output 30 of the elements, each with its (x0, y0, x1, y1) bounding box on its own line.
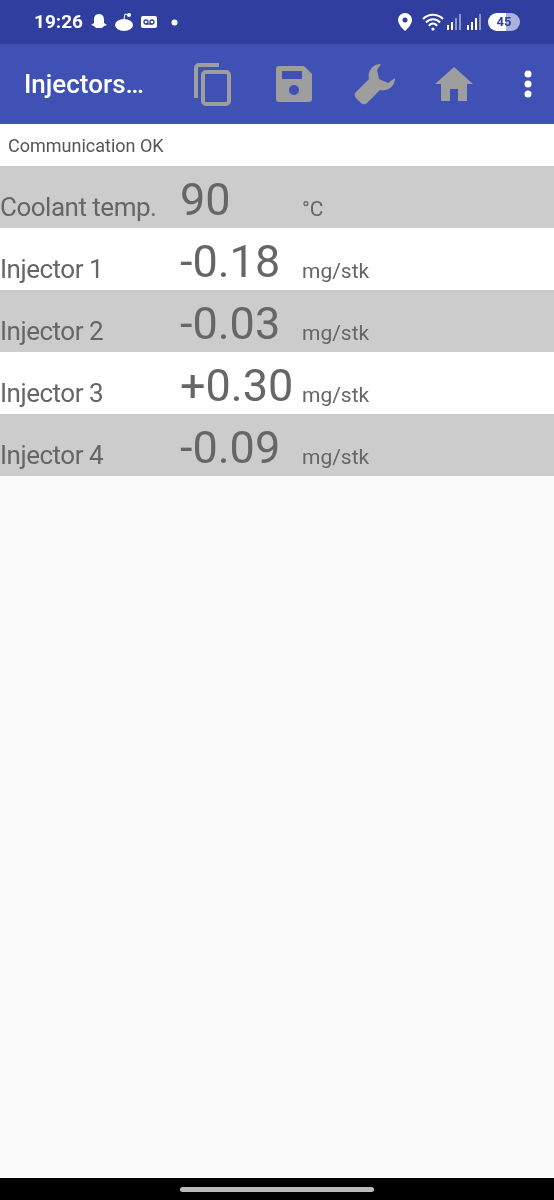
battery-indicator: 45 (488, 13, 520, 31)
reading-value: +0.30 (180, 363, 295, 408)
reading-value: 90 (180, 177, 232, 222)
app-title: Injectors… (24, 67, 145, 101)
reading-unit: mg/stk (302, 447, 370, 470)
overflow-menu-button[interactable] (522, 69, 534, 99)
location-icon (398, 13, 412, 31)
gesture-handle[interactable] (180, 1186, 374, 1192)
settings-button[interactable] (352, 61, 398, 107)
dot-icon (170, 18, 178, 26)
reading-unit: mg/stk (302, 261, 370, 284)
reading-unit: °C (302, 199, 324, 222)
reading-unit: mg/stk (302, 385, 370, 408)
reading-label: Coolant temp. (0, 194, 158, 222)
home-button[interactable] (434, 64, 474, 104)
signal-icon (446, 14, 462, 30)
status-message: Communication OK (8, 133, 164, 158)
reading-value: -0.09 (180, 425, 282, 470)
status-time: 19:26 (34, 8, 83, 35)
reading-label: Injector 4 (0, 442, 104, 470)
wifi-icon (422, 13, 444, 31)
reading-value: -0.03 (180, 301, 282, 346)
alien-icon (112, 12, 135, 32)
reading-label: Injector 3 (0, 380, 104, 408)
reading-value: -0.18 (180, 239, 282, 284)
reading-label: Injector 1 (0, 256, 104, 284)
reading-label: Injector 2 (0, 318, 104, 346)
signal-icon (466, 14, 482, 30)
reading-unit: mg/stk (302, 323, 370, 346)
voicemail-icon (140, 16, 157, 28)
